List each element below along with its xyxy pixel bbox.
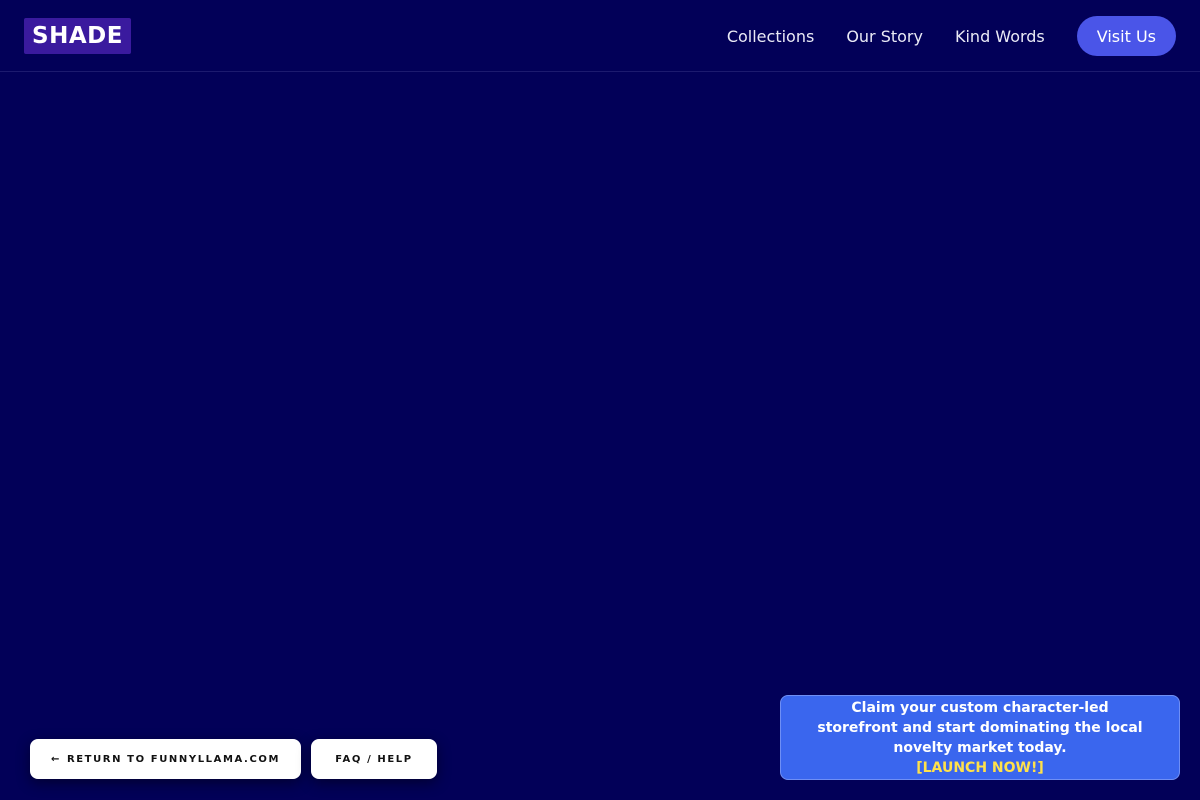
site-logo[interactable]: SHADE: [24, 18, 131, 54]
return-button-label: RETURN TO FUNNYLLAMA.COM: [66, 753, 281, 765]
return-to-funnyllama-button[interactable]: ← RETURN TO FUNNYLLAMA.COM: [30, 739, 301, 779]
visit-us-button[interactable]: Visit Us: [1076, 16, 1176, 56]
site-header: SHADE Collections Our Story Kind Words V…: [0, 0, 1200, 72]
promo-banner[interactable]: Claim your custom character-led storefro…: [780, 695, 1180, 780]
nav-link-collections[interactable]: Collections: [727, 27, 814, 46]
main-nav: Collections Our Story Kind Words Visit U…: [727, 16, 1176, 56]
arrow-left-icon: ←: [50, 753, 61, 765]
faq-help-button[interactable]: FAQ / HELP: [311, 739, 437, 779]
nav-link-our-story[interactable]: Our Story: [846, 27, 923, 46]
nav-link-kind-words[interactable]: Kind Words: [955, 27, 1045, 46]
page: SHADE Collections Our Story Kind Words V…: [0, 0, 1200, 800]
promo-text: Claim your custom character-led storefro…: [817, 699, 1143, 756]
faq-button-label: FAQ / HELP: [335, 753, 413, 765]
logo-text: SHADE: [32, 22, 123, 49]
bottom-button-group: ← RETURN TO FUNNYLLAMA.COM FAQ / HELP: [30, 739, 437, 779]
launch-now-link[interactable]: [LAUNCH NOW!]: [916, 758, 1044, 778]
